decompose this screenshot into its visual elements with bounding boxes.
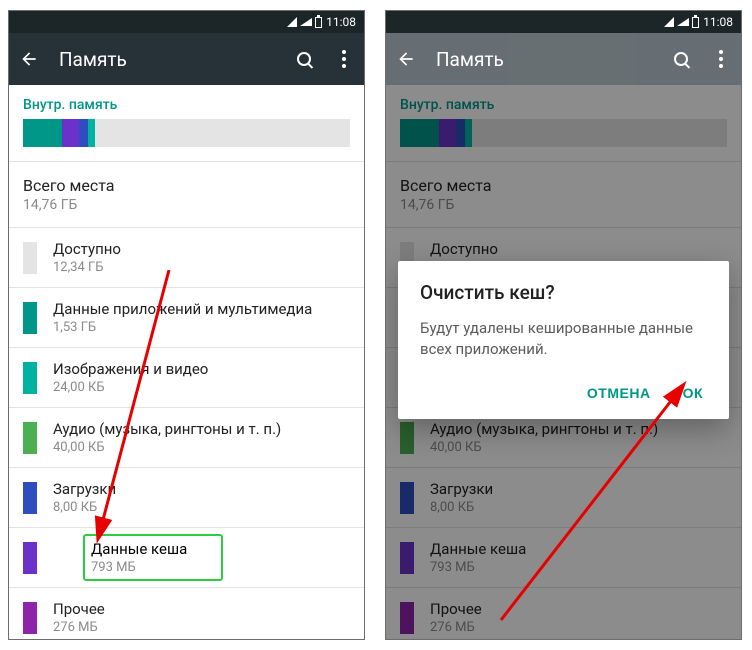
search-icon[interactable] (294, 49, 314, 69)
total-label: Всего места (23, 176, 350, 195)
swatch-cache (23, 542, 37, 574)
signal-icon (664, 17, 674, 27)
dialog-body: Будут удалены кешированные данные всех п… (420, 318, 707, 359)
search-icon (671, 49, 691, 69)
app-bar: Память (386, 33, 741, 85)
row-value: 24,00 КБ (53, 380, 350, 395)
battery-icon (692, 17, 699, 28)
storage-bar-container[interactable] (9, 119, 364, 161)
bar-seg-cache (62, 119, 78, 147)
dialog-title: Очистить кеш? (420, 281, 707, 304)
clear-cache-dialog: Очистить кеш? Будут удалены кешированные… (398, 261, 729, 419)
appbar-title: Память (59, 48, 274, 71)
back-icon (396, 49, 416, 69)
row-value: 12,34 ГБ (53, 260, 350, 275)
status-bar: 11:08 (9, 11, 364, 33)
wifi-icon (677, 18, 689, 26)
cache-highlight: Данные кеша 793 МБ (83, 534, 223, 581)
row-value: 1,53 ГБ (53, 320, 350, 335)
row-images[interactable]: Изображения и видео 24,00 КБ (9, 347, 364, 407)
clock-text: 11:08 (703, 15, 733, 29)
battery-icon (315, 17, 322, 28)
status-icons (664, 17, 699, 28)
status-icons (287, 17, 322, 28)
total-value: 14,76 ГБ (23, 197, 350, 213)
app-bar: Память (9, 33, 364, 85)
swatch-apps (23, 302, 37, 334)
wifi-icon (300, 18, 312, 26)
signal-icon (287, 17, 297, 27)
ok-button[interactable]: ОК (679, 377, 707, 409)
status-bar: 11:08 (386, 11, 741, 33)
swatch-available (23, 242, 37, 274)
back-icon[interactable] (19, 49, 39, 69)
appbar-title: Память (436, 48, 651, 71)
row-label: Изображения и видео (53, 360, 350, 378)
row-value: 276 МБ (53, 620, 350, 635)
bar-seg-apps (23, 119, 62, 147)
storage-content: Внутр. память Всего места 14,76 ГБ Досту… (9, 85, 364, 639)
total-row: Всего места 14,76 ГБ (9, 161, 364, 227)
row-available[interactable]: Доступно 12,34 ГБ (9, 227, 364, 287)
phone-screen-left: 11:08 Память Внутр. память Всего места 1… (8, 10, 365, 640)
row-apps[interactable]: Данные приложений и мультимедиа 1,53 ГБ (9, 287, 364, 347)
row-label: Аудио (музыка, рингтоны и т. п.) (53, 420, 350, 438)
row-other[interactable]: Прочее 276 МБ (9, 587, 364, 639)
swatch-downloads (23, 482, 37, 514)
row-label: Доступно (53, 240, 350, 258)
row-value: 8,00 КБ (53, 500, 350, 515)
row-label: Загрузки (53, 480, 350, 498)
swatch-images (23, 362, 37, 394)
dialog-scrim[interactable]: Очистить кеш? Будут удалены кешированные… (386, 85, 741, 639)
row-label: Данные приложений и мультимедиа (53, 300, 350, 318)
row-downloads[interactable]: Загрузки 8,00 КБ (9, 467, 364, 527)
dialog-actions: ОТМЕНА ОК (420, 377, 707, 409)
phone-screen-right: 11:08 Память Внутр. память Всего места 1… (385, 10, 742, 640)
swatch-other (23, 602, 37, 634)
storage-content: Внутр. память Всего места 14,76 ГБ Досту… (386, 85, 741, 639)
overflow-menu-icon (711, 49, 731, 69)
row-cache[interactable]: Данные кеша 793 МБ (9, 527, 364, 587)
cancel-button[interactable]: ОТМЕНА (583, 377, 655, 409)
bar-seg-media (88, 119, 95, 147)
bar-seg-downloads (79, 119, 89, 147)
swatch-audio (23, 422, 37, 454)
row-label: Данные кеша (91, 540, 215, 558)
clock-text: 11:08 (326, 15, 356, 29)
row-label: Прочее (53, 600, 350, 618)
section-label: Внутр. память (9, 85, 364, 119)
row-audio[interactable]: Аудио (музыка, рингтоны и т. п.) 40,00 К… (9, 407, 364, 467)
overflow-menu-icon[interactable] (334, 49, 354, 69)
row-value: 40,00 КБ (53, 440, 350, 455)
row-value: 793 МБ (91, 560, 215, 575)
storage-bar (23, 119, 350, 147)
